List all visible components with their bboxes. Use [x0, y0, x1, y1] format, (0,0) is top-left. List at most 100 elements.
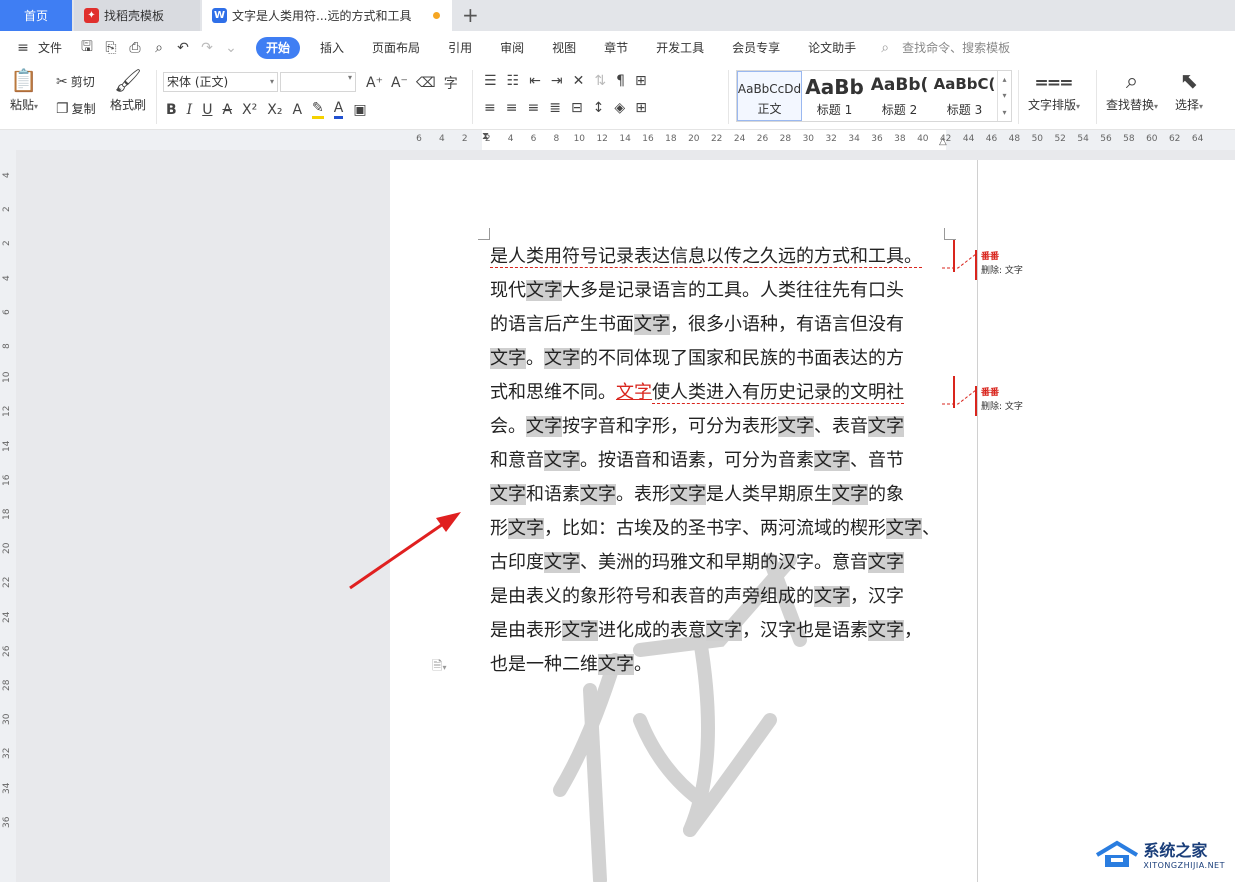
text-run: 会。	[490, 416, 526, 437]
borders-icon[interactable]: ⊞	[635, 100, 647, 116]
strikethrough-icon[interactable]: A	[222, 102, 232, 118]
clear-format-icon[interactable]: ⌫	[416, 75, 436, 91]
align-left-icon[interactable]: ≡	[484, 100, 496, 116]
font-color-icon[interactable]: A	[333, 100, 344, 119]
show-marks-icon[interactable]: ¶	[616, 73, 625, 89]
menu-tab-page-layout[interactable]: 页面布局	[358, 37, 434, 59]
char-border-icon[interactable]: ▣	[353, 102, 366, 118]
text-run: ，汉字	[850, 586, 904, 607]
menu-tab-home[interactable]: 开始	[256, 36, 301, 59]
clipboard-icon: 📋	[10, 69, 38, 94]
increase-indent-icon[interactable]: ⇥	[551, 73, 563, 89]
document-line: 式和思维不同。文字使人类进入有历史记录的文明社	[490, 376, 946, 410]
revision-balloon-1[interactable]: 番番 删除: 文字	[981, 250, 1023, 278]
select-button[interactable]: ⬉ 选择▾	[1175, 68, 1203, 113]
grow-font-icon[interactable]: A⁺	[366, 75, 383, 91]
ruler-tick: 10	[2, 371, 12, 384]
shrink-font-icon[interactable]: A⁻	[391, 75, 408, 91]
text-run: 按字音和字形，可分为表形	[562, 416, 778, 437]
tab-home-label: 首页	[23, 9, 48, 23]
copy-button[interactable]: ❐ 复制	[56, 100, 96, 117]
style-normal[interactable]: AaBbCcDd 正文	[737, 71, 802, 121]
menu-bar: ≡ 文件 🖫 ⎘ ⎙ ⌕ ↶ ↷ ⌄ 开始 插入 页面布局 引用 审阅 视图 章…	[0, 31, 1235, 64]
chinese-layout-icon[interactable]: ✕	[573, 73, 585, 89]
superscript-icon[interactable]: X²	[242, 102, 257, 118]
tab-document[interactable]: W 文字是人类用符...远的方式和工具	[202, 0, 452, 31]
bold-icon[interactable]: B	[166, 102, 177, 118]
hamburger-menu-icon[interactable]: ≡	[14, 40, 32, 56]
align-center-icon[interactable]: ≡	[506, 100, 518, 116]
text-layout-button[interactable]: ⩶ 文字排版▾	[1028, 68, 1080, 113]
format-painter-button[interactable]: 🖌 格式刷	[110, 68, 146, 113]
menu-tab-thesis[interactable]: 论文助手	[794, 37, 870, 59]
file-menu[interactable]: 文件	[38, 39, 62, 56]
font-name-select[interactable]: 宋体 (正文) ▾	[163, 72, 278, 92]
shading-icon[interactable]: ◈	[614, 100, 625, 116]
line-spacing-icon[interactable]: ↕	[593, 100, 605, 116]
style-label: 标题 2	[881, 103, 918, 117]
document-body[interactable]: 是人类用符号记录表达信息以传之久远的方式和工具。 现代文字大多是记录语言的工具。人…	[490, 240, 946, 682]
more-icon[interactable]: ⌄	[222, 40, 240, 56]
new-tab-plus-icon[interactable]: +	[462, 3, 479, 27]
menu-tab-references[interactable]: 引用	[434, 37, 486, 59]
justify-icon[interactable]: ≣	[549, 100, 561, 116]
save-icon[interactable]: 🖫	[78, 36, 96, 60]
cut-button[interactable]: ✂ 剪切	[56, 73, 95, 90]
style-heading-3[interactable]: AaBbC( 标题 3	[932, 71, 997, 121]
right-indent-marker-icon[interactable]: △	[939, 136, 947, 147]
undo-icon[interactable]: ↶	[174, 40, 192, 56]
tabs-ruler-icon[interactable]: ⊞	[635, 73, 647, 89]
find-replace-button[interactable]: ⌕ 查找替换▾	[1106, 68, 1158, 113]
tab-template[interactable]: ✦ 找稻壳模板	[74, 0, 200, 31]
tab-home[interactable]: 首页	[0, 0, 72, 31]
vertical-ruler[interactable]: 4 2 2 4 6 8 10 12 14 16 18 20 22 24 26 28 30 32 34 36	[0, 150, 16, 882]
style-heading-1[interactable]: AaBb 标题 1	[802, 71, 867, 121]
style-heading-2[interactable]: AaBb( 标题 2	[867, 71, 932, 121]
ruler-tick: 58	[1123, 134, 1135, 144]
subscript-icon[interactable]: X₂	[267, 102, 282, 118]
print-icon[interactable]: ⎙	[126, 40, 144, 56]
redo-icon[interactable]: ↷	[198, 40, 216, 56]
decrease-indent-icon[interactable]: ⇤	[529, 73, 541, 89]
underline-icon[interactable]: U	[202, 102, 212, 118]
ruler-tick: 4	[2, 274, 12, 281]
chevron-down-icon[interactable]: ▾	[1002, 91, 1006, 100]
ruler-tick: 22	[710, 134, 723, 144]
export-pdf-icon[interactable]: ⎘	[102, 40, 120, 56]
indent-marker-icon[interactable]: ⧗	[482, 131, 489, 142]
align-right-icon[interactable]: ≡	[527, 100, 539, 116]
text-effect-icon[interactable]: A	[292, 102, 302, 118]
menu-tab-developer[interactable]: 开发工具	[642, 37, 718, 59]
ruler-tick: 38	[894, 134, 906, 144]
style-scroll[interactable]: ▴ ▾ ▾	[997, 71, 1011, 121]
font-size-select[interactable]: ▾	[280, 72, 356, 92]
highlighted-keyword: 文字	[544, 348, 580, 369]
style-sample: AaBbC(	[933, 75, 996, 93]
chevron-up-icon[interactable]: ▴	[1002, 75, 1006, 84]
sort-icon[interactable]: ⇅	[594, 73, 606, 89]
menu-tab-insert[interactable]: 插入	[306, 37, 358, 59]
menu-tab-member[interactable]: 会员专享	[718, 37, 794, 59]
paragraph-layout-icon[interactable]: 🗎▾	[432, 657, 446, 679]
phonetic-guide-icon[interactable]: 字	[444, 73, 458, 93]
numbered-list-icon[interactable]: ☷	[507, 73, 520, 89]
crop-mark	[478, 228, 490, 240]
menu-tab-view[interactable]: 视图	[538, 37, 590, 59]
ruler-tick: 22	[2, 576, 12, 589]
print-preview-icon[interactable]: ⌕	[150, 40, 168, 56]
highlighted-keyword: 文字	[634, 314, 670, 335]
menu-tab-review[interactable]: 审阅	[486, 37, 538, 59]
ruler-tick: 48	[1008, 134, 1021, 144]
ruler-tick: 24	[2, 611, 12, 623]
italic-icon[interactable]: I	[187, 102, 193, 118]
revision-balloon-2[interactable]: 番番 删除: 文字	[981, 386, 1023, 414]
command-search[interactable]: 查找命令、搜索模板	[902, 39, 1010, 56]
ruler-tick: 12	[2, 405, 12, 418]
expand-icon[interactable]: ▾	[1002, 108, 1006, 117]
distributed-icon[interactable]: ⊟	[571, 100, 583, 116]
bullet-list-icon[interactable]: ☰	[484, 73, 497, 89]
highlight-icon[interactable]: ✎	[312, 100, 324, 119]
copy-label: 复制	[71, 102, 96, 116]
paste-button[interactable]: 📋 粘贴▾	[10, 68, 38, 113]
menu-tab-chapter[interactable]: 章节	[590, 37, 642, 59]
